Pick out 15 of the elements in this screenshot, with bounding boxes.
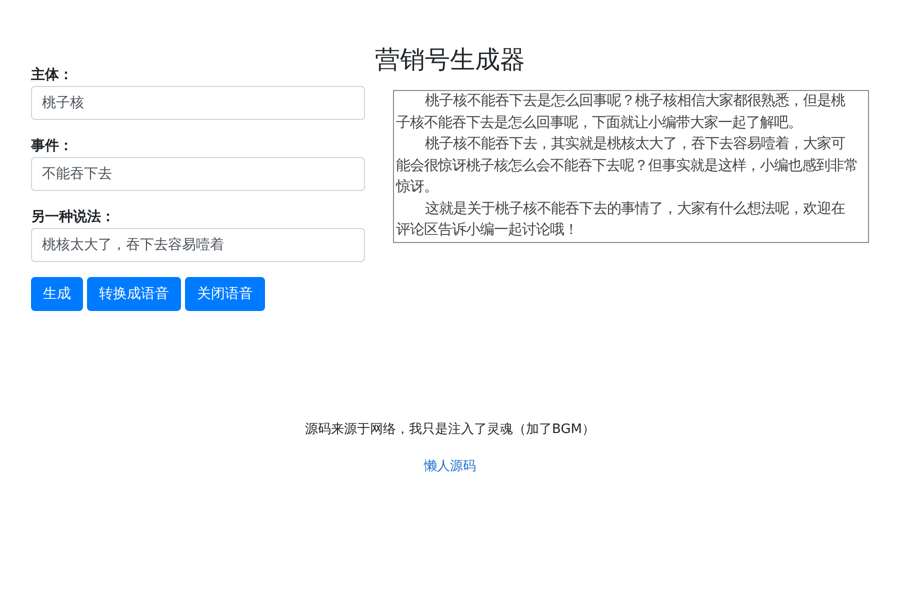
output-paragraph: 桃子核不能吞下去是怎么回事呢？桃子核相信大家都很熟悉，但是桃子核不能吞下去是怎么回事呢，下面就让小编带大家一起了解吧。: [396, 92, 846, 132]
action-button[interactable]: 生成: [31, 277, 83, 311]
input-field[interactable]: 桃核太大了，吞下去容易噎着: [31, 228, 365, 262]
field-label: 主体：: [31, 66, 74, 84]
field-label: 另一种说法：: [31, 208, 116, 226]
output-paragraph: 桃子核不能吞下去，其实就是桃核太大了，吞下去容易噎着，大家可能会很惊讶桃子核怎么会不能吞下去呢？但事实就是这样，小编也感到非常惊讶。: [396, 134, 858, 197]
action-button[interactable]: 转换成语音: [87, 277, 181, 311]
output-paragraph: 这就是关于桃子核不能吞下去的事情了，大家有什么想法呢，欢迎在评论区告诉小编一起讨论哦！: [396, 200, 846, 240]
input-field[interactable]: 桃子核: [31, 86, 365, 120]
source-note: 源码来源于网络，我只是注入了灵魂（加了BGM）: [305, 421, 595, 439]
action-button[interactable]: 关闭语音: [185, 277, 265, 311]
input-field[interactable]: 不能吞下去: [31, 157, 365, 191]
page-title: 营销号生成器: [375, 44, 525, 76]
field-label: 事件：: [31, 137, 74, 155]
source-link[interactable]: 懒人源码: [424, 457, 476, 475]
